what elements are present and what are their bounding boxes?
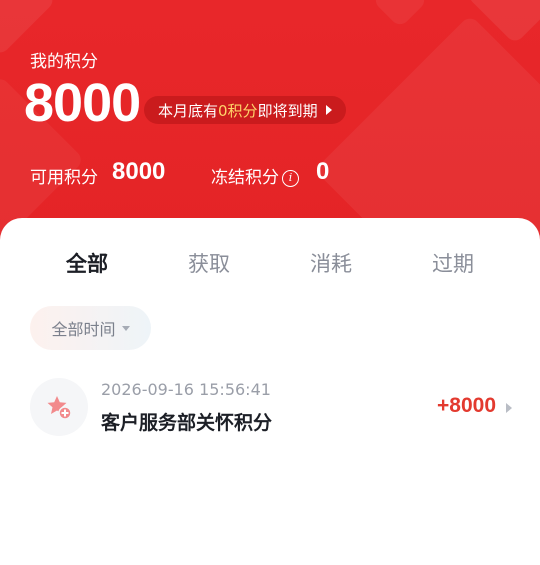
expire-notice-prefix: 本月底有 [158,101,219,120]
available-points-label: 可用积分 [30,168,98,188]
record-time: 2026-09-16 15:56:41 [101,380,271,399]
header-decoration [314,14,540,250]
points-page: 我的积分 8000 本月底有 0积分 即将到期 可用积分 8000 冻结积分 i … [0,0,540,565]
record-tabs: 全部 获取 消耗 过期 [0,248,540,320]
list-item[interactable]: 2026-09-16 15:56:41 客户服务部关怀积分 +8000 [30,376,520,440]
header-decoration [371,0,429,29]
frozen-points-label: 冻结积分 [211,168,279,188]
points-records-card: 全部 获取 消耗 过期 全部时间 2026-09-16 15:56:41 客户服… [0,218,540,565]
points-label: 我的积分 [30,52,98,72]
chevron-right-icon [506,403,512,413]
caret-right-icon [325,105,332,115]
tab-all[interactable]: 全部 [37,248,137,278]
tab-earned[interactable]: 获取 [159,248,259,278]
star-plus-icon [30,378,88,436]
available-points-value: 8000 [112,158,166,185]
tab-consumed[interactable]: 消耗 [281,248,381,278]
expire-notice-highlight: 0积分 [218,101,258,120]
tab-expired[interactable]: 过期 [403,248,503,278]
expire-notice-suffix: 即将到期 [257,101,318,120]
expire-notice-button[interactable]: 本月底有 0积分 即将到期 [144,96,346,124]
record-amount: +8000 [437,394,496,417]
record-title: 客户服务部关怀积分 [101,412,273,434]
points-total: 8000 [24,73,141,133]
time-filter-dropdown[interactable]: 全部时间 [30,306,151,350]
frozen-points-label-group: 冻结积分 i [211,163,299,188]
time-filter-label: 全部时间 [51,320,116,339]
points-header: 我的积分 8000 本月底有 0积分 即将到期 可用积分 8000 冻结积分 i … [0,0,540,250]
frozen-points-value: 0 [316,158,330,185]
caret-down-icon [121,325,130,331]
info-icon[interactable]: i [282,169,299,187]
